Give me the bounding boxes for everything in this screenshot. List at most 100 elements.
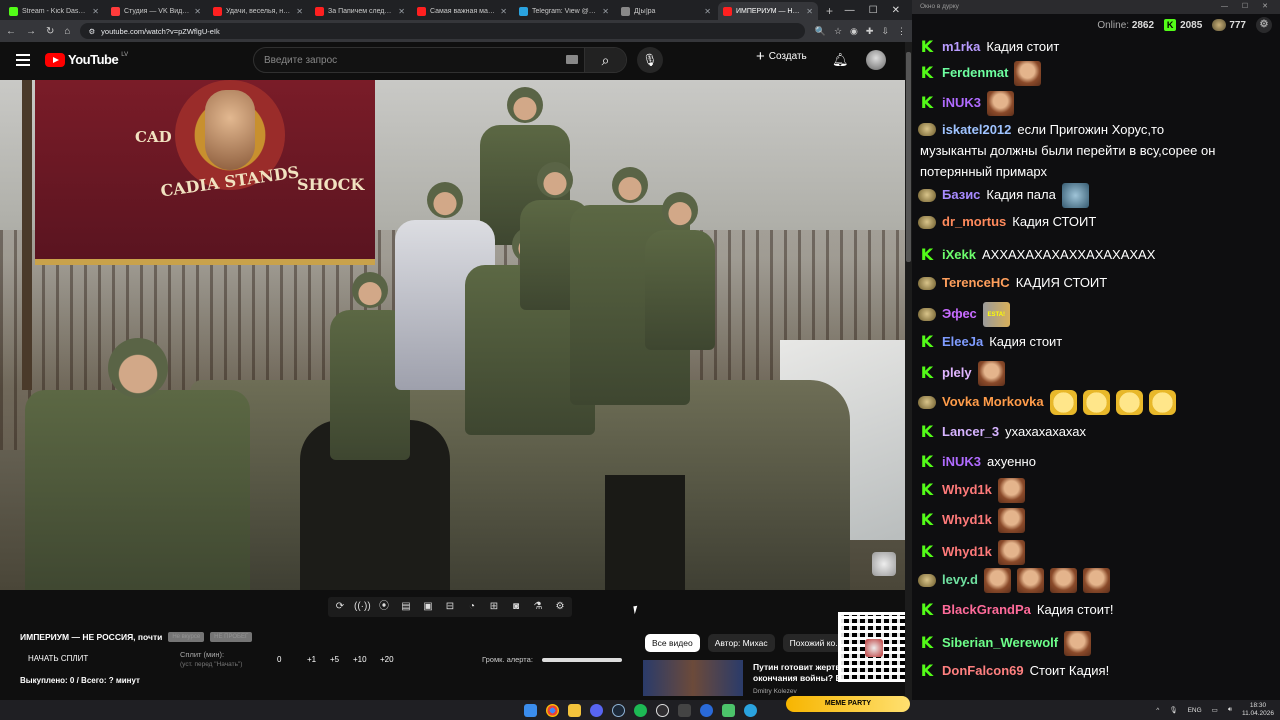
mic-tray-icon[interactable]: 🎙 bbox=[1169, 706, 1177, 714]
chat-username[interactable]: Базис bbox=[942, 187, 980, 203]
zoom-icon[interactable]: 🔍 bbox=[815, 26, 826, 37]
tab-close-icon[interactable]: ✕ bbox=[194, 7, 201, 16]
chat-username[interactable]: Vovka Morkovka bbox=[942, 394, 1044, 410]
steam-icon[interactable] bbox=[611, 703, 625, 717]
bookmark-icon[interactable]: ☆ bbox=[834, 26, 842, 37]
scrollbar-thumb[interactable] bbox=[906, 52, 911, 262]
telegram-icon[interactable] bbox=[743, 703, 757, 717]
speed-icon[interactable]: ◔ bbox=[464, 600, 480, 614]
notifications-bell-icon[interactable]: 🔔︎ bbox=[832, 52, 849, 68]
app-icon[interactable] bbox=[677, 703, 691, 717]
chat-username[interactable]: EleeJa bbox=[942, 334, 983, 350]
tag-pill[interactable]: НЕ ПРОБЕГ bbox=[210, 632, 253, 642]
avatar[interactable] bbox=[866, 50, 886, 70]
tab-close-icon[interactable]: ✕ bbox=[296, 7, 303, 16]
settings-icon[interactable]: ⚙ bbox=[552, 600, 568, 614]
chat-username[interactable]: plely bbox=[942, 365, 972, 381]
chat-username[interactable]: iskatel2012 bbox=[942, 119, 1011, 140]
download-icon[interactable]: ⇩ bbox=[881, 26, 889, 37]
maximize-icon[interactable]: ☐ bbox=[869, 5, 878, 16]
search-button[interactable]: ⌕ bbox=[584, 48, 626, 72]
chat-list[interactable]: Km1rka Кадия стоит K Ferdenmat KiNUK3 iskatel… bbox=[918, 36, 1280, 688]
app-icon[interactable] bbox=[721, 703, 735, 717]
forward-icon[interactable]: → bbox=[26, 26, 36, 37]
chat-settings-icon[interactable]: ⚙ bbox=[1256, 17, 1272, 33]
browser-tab[interactable]: Удачи, веселья, не сдо...✕ bbox=[208, 2, 308, 20]
tab-close-icon[interactable]: ✕ bbox=[602, 7, 609, 16]
flask-icon[interactable]: ⚗ bbox=[530, 600, 546, 614]
chat-username[interactable]: m1rka bbox=[942, 39, 980, 55]
extension-icon[interactable]: ◉ bbox=[850, 26, 858, 37]
chat-username[interactable]: Siberian_Werewolf bbox=[942, 635, 1058, 651]
home-icon[interactable]: ⌂ bbox=[64, 26, 70, 37]
chat-username[interactable]: iNUK3 bbox=[942, 454, 981, 470]
add-clip-icon[interactable]: ⊞ bbox=[486, 600, 502, 614]
browser-tab[interactable]: Telegram: View @grokS ✕ bbox=[514, 2, 614, 20]
chat-username[interactable]: BlackGrandPa bbox=[942, 602, 1031, 618]
tab-close-icon[interactable]: ✕ bbox=[500, 7, 507, 16]
camera-record-icon[interactable]: ⦿ bbox=[376, 600, 392, 614]
volume-icon[interactable]: 🔊︎ bbox=[1228, 706, 1232, 714]
network-icon[interactable]: ▭ bbox=[1212, 706, 1218, 714]
minimize-icon[interactable]: — bbox=[845, 5, 855, 16]
browser-tab[interactable]: Самая важная машина ... ✕ bbox=[412, 2, 512, 20]
chat-username[interactable]: Whyd1k bbox=[942, 482, 992, 498]
puzzle-icon[interactable]: ✚ bbox=[866, 26, 874, 37]
new-tab-icon[interactable]: + bbox=[820, 2, 839, 20]
recommended-title[interactable]: Путин готовит жертв окончания войны? В bbox=[753, 662, 848, 684]
start-split-button[interactable]: НАЧАТЬ СПЛИТ bbox=[28, 654, 88, 663]
url-field[interactable]: ⚙ youtube.com/watch?v=pZWflgU-eIk bbox=[80, 23, 805, 39]
browser-tab[interactable]: Студия — VK Видео Live✕ bbox=[106, 2, 206, 20]
youtube-logo[interactable]: YouTube LV bbox=[45, 52, 128, 67]
loop-icon[interactable]: ⟳ bbox=[332, 600, 348, 614]
back-icon[interactable]: ← bbox=[6, 26, 16, 37]
lang-indicator[interactable]: ENG bbox=[1188, 707, 1202, 714]
discord-icon[interactable] bbox=[589, 703, 603, 717]
chat-window-controls[interactable]: — ☐ ✕ bbox=[1221, 2, 1274, 10]
chat-username[interactable]: Lancer_3 bbox=[942, 424, 999, 440]
voice-search-button[interactable]: 🎙 bbox=[637, 47, 663, 73]
menu-burger-icon[interactable] bbox=[16, 54, 30, 66]
recommended-thumbnail[interactable] bbox=[643, 660, 743, 696]
screenshot-icon[interactable]: ◙ bbox=[508, 600, 524, 614]
chat-username[interactable]: DonFalcon69 bbox=[942, 663, 1024, 679]
create-button[interactable]: + Создать bbox=[756, 49, 807, 64]
clock[interactable]: 18:30 11.04.2026 bbox=[1242, 702, 1274, 718]
chat-username[interactable]: levy.d bbox=[942, 572, 978, 588]
tray-arrow-icon[interactable]: ^ bbox=[1156, 707, 1159, 714]
page-scrollbar[interactable] bbox=[905, 42, 912, 700]
chat-username[interactable]: TerenceHC bbox=[942, 275, 1010, 291]
alert-volume-slider[interactable] bbox=[542, 658, 622, 662]
site-info-icon[interactable]: ⚙ bbox=[88, 27, 95, 36]
tab-close-icon[interactable]: ✕ bbox=[398, 7, 405, 16]
search-input[interactable]: Введите запрос ⌕ bbox=[253, 47, 627, 73]
chip-all-videos[interactable]: Все видео bbox=[645, 634, 700, 652]
tab-close-icon[interactable]: ✕ bbox=[704, 7, 711, 16]
audio-icon[interactable]: ((·)) bbox=[354, 600, 371, 614]
tab-close-icon[interactable]: ✕ bbox=[92, 7, 99, 16]
chrome-icon[interactable] bbox=[545, 703, 559, 717]
chat-username[interactable]: Whyd1k bbox=[942, 512, 992, 528]
close-icon[interactable]: ✕ bbox=[892, 5, 900, 16]
media-icon[interactable] bbox=[699, 703, 713, 717]
chip-author[interactable]: Автор: Михас bbox=[707, 634, 775, 652]
pip-icon[interactable]: ▣ bbox=[420, 600, 436, 614]
split-value[interactable]: +1 bbox=[307, 655, 330, 664]
obs-icon[interactable] bbox=[655, 703, 669, 717]
tag-pill[interactable]: Не вкурсе bbox=[168, 632, 205, 642]
keyboard-icon[interactable] bbox=[566, 55, 578, 64]
split-value[interactable]: +20 bbox=[380, 655, 403, 664]
video-player[interactable]: CAD SHOCK CADIA STANDS bbox=[0, 80, 905, 590]
menu-icon[interactable]: ⋮ bbox=[897, 26, 906, 37]
chat-username[interactable]: Ferdenmat bbox=[942, 65, 1008, 81]
split-value[interactable]: 0 bbox=[277, 655, 307, 664]
spotify-icon[interactable] bbox=[633, 703, 647, 717]
browser-tab[interactable]: Д[ы]ра ✕ bbox=[616, 2, 716, 20]
browser-tab[interactable]: Stream - Kick Dashboard ✕ bbox=[4, 2, 104, 20]
chat-username[interactable]: Эфес bbox=[942, 306, 977, 322]
browser-tab[interactable]: ИМПЕРИУМ — НЕ ... ✕ bbox=[718, 2, 818, 20]
tab-close-icon[interactable]: ✕ bbox=[806, 7, 813, 16]
split-value[interactable]: +5 bbox=[330, 655, 353, 664]
browser-tab[interactable]: За Папичем следят в ... ✕ bbox=[310, 2, 410, 20]
explorer-icon[interactable] bbox=[567, 703, 581, 717]
